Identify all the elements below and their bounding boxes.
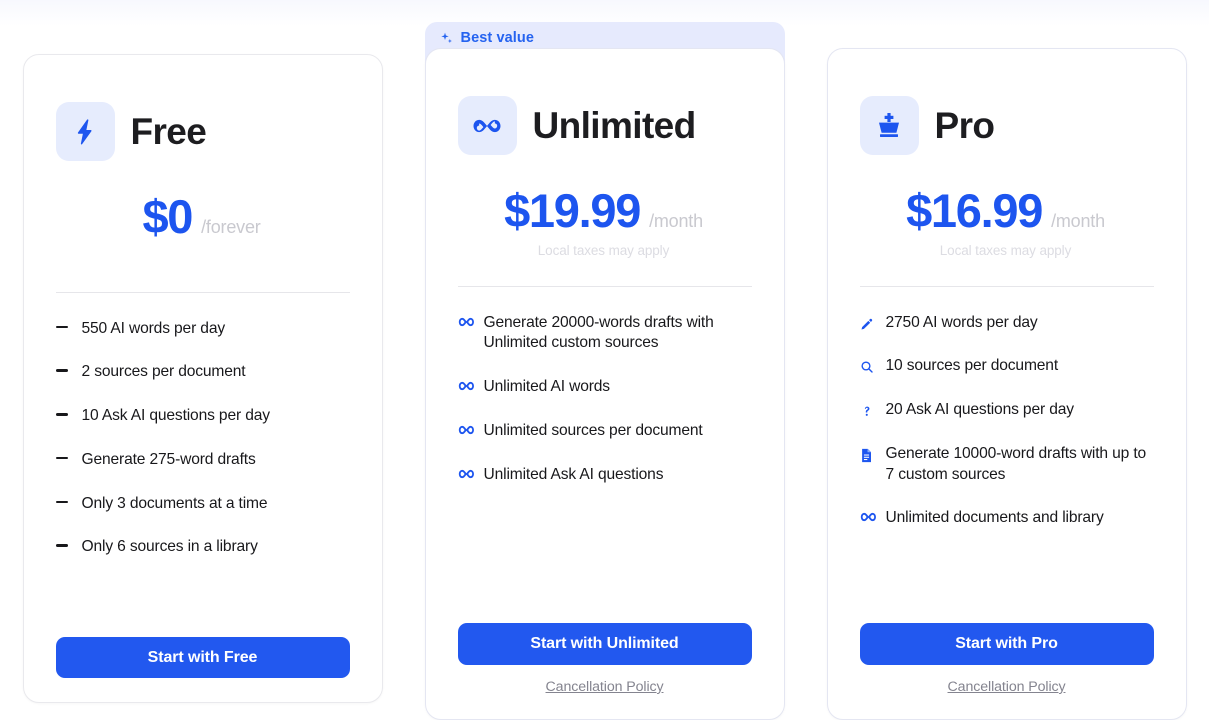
plan-header-free: Free	[55, 102, 350, 161]
cancellation-policy-link[interactable]: Cancellation Policy	[860, 679, 1154, 695]
infinity-icon	[457, 96, 517, 155]
plan-column-unlimited: Best value Unlimited $19.99 /month Local…	[424, 22, 785, 720]
price-line-free: $0 /forever	[56, 191, 348, 243]
dash-icon	[55, 537, 73, 547]
list-item: Unlimited Ask AI questions	[458, 465, 752, 486]
list-item: Generate 20000-words drafts with Unlimit…	[458, 313, 752, 354]
question-mark-icon	[860, 400, 877, 418]
start-with-pro-button[interactable]: Start with Pro	[859, 623, 1154, 665]
card-footer-unlimited: Start with Unlimited Cancellation Policy	[457, 623, 752, 695]
dash-icon	[55, 494, 73, 504]
dash-icon	[55, 406, 73, 416]
list-item: Unlimited documents and library	[860, 508, 1154, 529]
list-item: Only 3 documents at a time	[55, 494, 350, 515]
price-note-pro: Local taxes may apply	[939, 242, 1072, 258]
price-block-pro: $16.99 /month Local taxes may apply	[860, 185, 1154, 260]
price-note-free	[56, 249, 348, 266]
feature-text: Generate 275-word drafts	[81, 450, 256, 468]
infinity-icon	[458, 313, 475, 327]
lightning-bolt-icon	[55, 102, 115, 161]
price-amount-free: $0	[142, 190, 193, 243]
price-line-pro: $16.99 /month	[860, 185, 1152, 237]
feature-text: 550 AI words per day	[81, 319, 226, 337]
plan-header-pro: Pro	[859, 96, 1154, 155]
feature-list-pro: 2750 AI words per day 10 sources per doc…	[860, 313, 1154, 623]
feature-text: Only 6 sources in a library	[81, 538, 258, 556]
price-period-free: /forever	[201, 217, 261, 237]
plan-name-free: Free	[130, 111, 207, 152]
pricing-card-free[interactable]: Free $0 /forever 550 AI words per day 2 …	[22, 54, 383, 703]
pencil-icon	[860, 313, 877, 331]
pricing-card-unlimited[interactable]: Unlimited $19.99 /month Local taxes may …	[424, 48, 785, 720]
feature-text: 2 sources per document	[81, 363, 246, 381]
start-with-free-button[interactable]: Start with Free	[55, 637, 350, 678]
price-line-unlimited: $19.99 /month	[458, 185, 750, 237]
plan-column-free: Free $0 /forever 550 AI words per day 2 …	[22, 22, 383, 703]
plan-column-pro: Pro $16.99 /month Local taxes may apply	[826, 22, 1187, 720]
feature-text: 10 sources per document	[885, 357, 1059, 375]
dash-icon	[55, 362, 73, 373]
divider-pro	[859, 285, 1154, 287]
price-block-unlimited: $19.99 /month Local taxes may apply	[458, 185, 752, 260]
list-item: 2 sources per document	[55, 362, 350, 383]
list-item: 2750 AI words per day	[860, 313, 1154, 334]
price-period-pro: /month	[1051, 211, 1105, 231]
dash-icon	[55, 450, 73, 460]
best-value-label: Best value	[460, 30, 535, 46]
list-item: 550 AI words per day	[55, 319, 350, 340]
plan-header-unlimited: Unlimited	[457, 96, 752, 155]
feature-text: 10 Ask AI questions per day	[81, 407, 271, 425]
infinity-icon	[458, 377, 475, 391]
feature-text: 20 Ask AI questions per day	[885, 401, 1075, 419]
pricing-page: Free $0 /forever 550 AI words per day 2 …	[0, 0, 1209, 720]
plan-name-unlimited: Unlimited	[532, 105, 697, 146]
infinity-icon	[860, 508, 877, 522]
sparkles-icon	[439, 31, 454, 46]
list-item: Generate 10000-word drafts with up to 7 …	[860, 444, 1154, 485]
list-item: Generate 275-word drafts	[55, 450, 350, 471]
feature-text: Unlimited sources per document	[483, 421, 703, 439]
chess-king-icon	[859, 96, 919, 155]
list-item: 10 Ask AI questions per day	[55, 406, 350, 427]
document-icon	[860, 444, 877, 463]
price-note-unlimited: Local taxes may apply	[537, 242, 670, 258]
feature-text: Unlimited Ask AI questions	[483, 465, 664, 483]
list-item: Only 6 sources in a library	[55, 537, 350, 558]
pricing-card-pro[interactable]: Pro $16.99 /month Local taxes may apply	[826, 48, 1187, 720]
feature-list-free: 550 AI words per day 2 sources per docum…	[55, 319, 350, 637]
price-amount-unlimited: $19.99	[504, 184, 641, 237]
infinity-icon	[458, 421, 475, 435]
list-item: Unlimited sources per document	[458, 421, 752, 442]
feature-text: Only 3 documents at a time	[81, 494, 268, 512]
feature-list-unlimited: Generate 20000-words drafts with Unlimit…	[458, 313, 752, 623]
start-with-unlimited-button[interactable]: Start with Unlimited	[457, 623, 752, 665]
list-item: 10 sources per document	[860, 356, 1154, 377]
list-item: Unlimited AI words	[458, 377, 752, 398]
card-footer-pro: Start with Pro Cancellation Policy	[859, 623, 1154, 695]
feature-text: Generate 10000-word drafts with up to 7 …	[885, 444, 1147, 483]
search-icon	[860, 356, 877, 374]
feature-text: Generate 20000-words drafts with Unlimit…	[483, 313, 714, 352]
divider-free	[55, 291, 350, 293]
pricing-plans-row: Free $0 /forever 550 AI words per day 2 …	[0, 0, 1209, 720]
card-footer-free: Start with Free	[55, 637, 350, 678]
price-amount-pro: $16.99	[906, 184, 1043, 237]
infinity-icon	[458, 465, 475, 479]
dash-icon	[55, 319, 73, 329]
plan-name-pro: Pro	[934, 105, 995, 146]
price-block-free: $0 /forever	[56, 191, 350, 266]
feature-text: Unlimited AI words	[483, 378, 611, 396]
list-item: 20 Ask AI questions per day	[860, 400, 1154, 421]
feature-text: 2750 AI words per day	[885, 313, 1038, 331]
divider-unlimited	[457, 285, 752, 287]
feature-text: Unlimited documents and library	[885, 509, 1104, 527]
price-period-unlimited: /month	[649, 211, 703, 231]
cancellation-policy-link[interactable]: Cancellation Policy	[458, 679, 752, 695]
